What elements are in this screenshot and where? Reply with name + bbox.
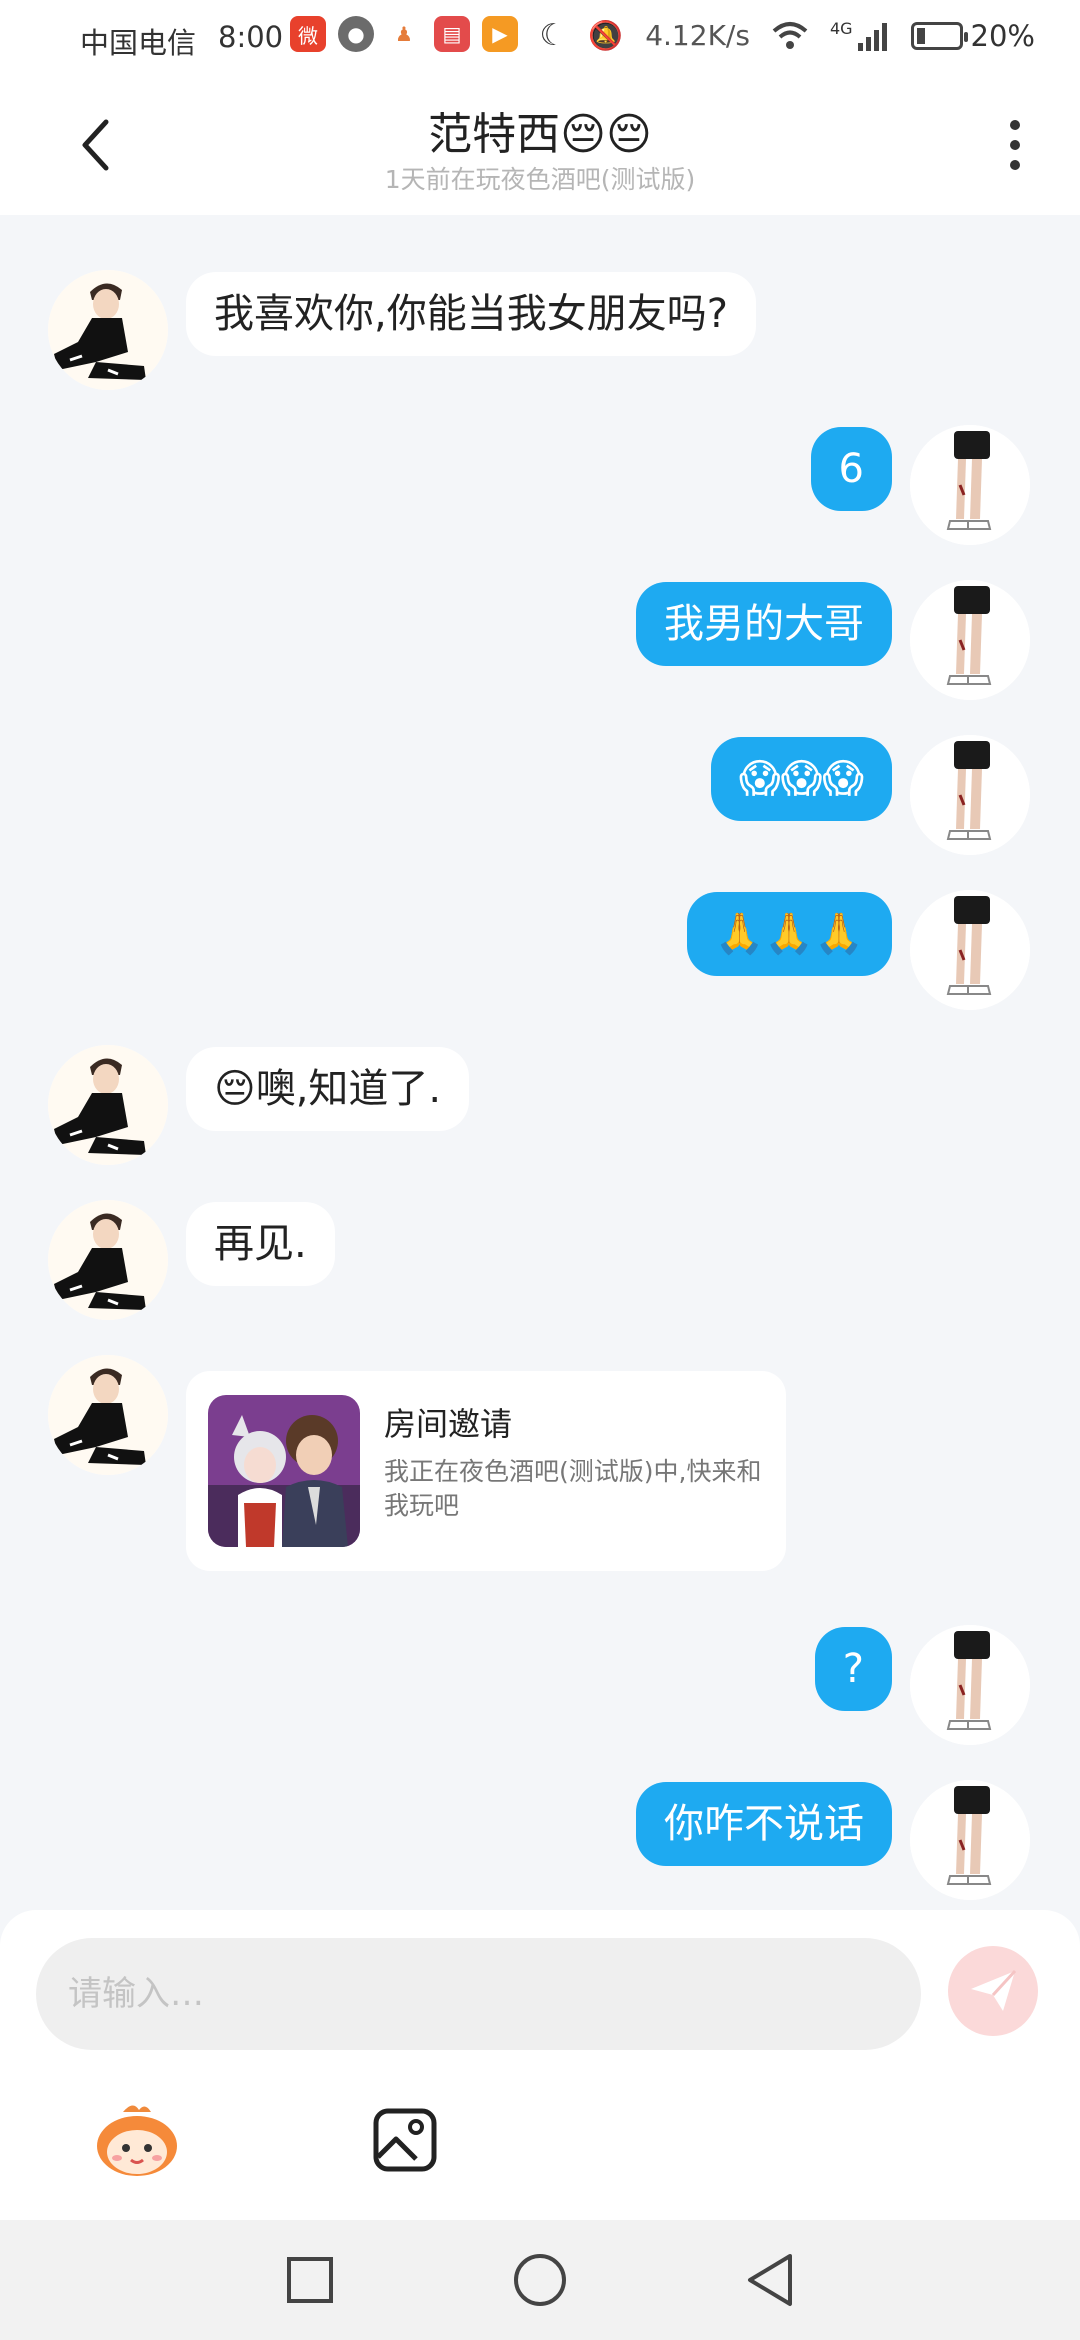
composer-panel bbox=[0, 1910, 1080, 2220]
reader-icon: ▤ bbox=[434, 16, 470, 52]
notification-icons: 微 ● ♟ ▤ ▶ bbox=[290, 16, 518, 52]
message-bubble[interactable]: 我男的大哥 bbox=[636, 582, 892, 666]
more-vertical-icon bbox=[1010, 120, 1020, 130]
message-bubble[interactable]: 你咋不说话 bbox=[636, 1782, 892, 1866]
outgoing-message: 我男的大哥 bbox=[636, 580, 1030, 700]
outgoing-message: 🙏🙏🙏 bbox=[686, 890, 1030, 1010]
network-type: 4G bbox=[829, 19, 853, 38]
battery-indicator: 20% bbox=[910, 18, 1035, 53]
my-avatar[interactable] bbox=[910, 1780, 1030, 1900]
video-icon: ▶ bbox=[482, 16, 518, 52]
message-list[interactable]: 我喜欢你,你能当我女朋友吗? 6 我男的大哥 😱😱😱 🙏🙏🙏 😔噢,知道了. 再见. 房间邀请… bbox=[0, 215, 1080, 1915]
my-avatar[interactable] bbox=[910, 1625, 1030, 1745]
my-avatar[interactable] bbox=[910, 735, 1030, 855]
square-icon bbox=[287, 2257, 333, 2303]
weibo-icon: 微 bbox=[290, 16, 326, 52]
network-speed: 4.12K/s bbox=[645, 19, 750, 52]
outgoing-message: ? bbox=[814, 1625, 1030, 1745]
room-invite-card[interactable]: 房间邀请我正在夜色酒吧(测试版)中,快来和我玩吧 bbox=[186, 1371, 786, 1571]
system-back-button[interactable] bbox=[738, 2248, 802, 2312]
outgoing-message: 6 bbox=[810, 425, 1030, 545]
chat-header: 范特西😔😔 1天前在玩夜色酒吧(测试版) bbox=[0, 80, 1080, 215]
incoming-message: 😔噢,知道了. bbox=[48, 1045, 470, 1165]
room-invite-message: 房间邀请我正在夜色酒吧(测试版)中,快来和我玩吧 bbox=[48, 1355, 786, 1571]
clock-time: 8:00 bbox=[218, 20, 284, 54]
game-thumbnail bbox=[208, 1395, 360, 1547]
wifi-icon bbox=[772, 21, 808, 49]
message-bubble[interactable]: 😱😱😱 bbox=[710, 737, 892, 821]
message-bubble[interactable]: 🙏🙏🙏 bbox=[686, 892, 892, 976]
contact-name: 范特西😔😔 bbox=[428, 109, 652, 160]
image-picker-button[interactable] bbox=[360, 2095, 450, 2185]
triangle-back-icon bbox=[748, 2254, 792, 2306]
contact-activity-status: 1天前在玩夜色酒吧(测试版) bbox=[384, 165, 696, 194]
mute-icon: 🔕 bbox=[588, 19, 624, 52]
sticker-button[interactable] bbox=[92, 2095, 182, 2185]
mascot-sticker-icon bbox=[97, 2105, 177, 2176]
moon-icon: ☾ bbox=[539, 18, 567, 53]
outgoing-message: 你咋不说话 bbox=[636, 1780, 1030, 1900]
message-bubble[interactable]: 我喜欢你,你能当我女朋友吗? bbox=[186, 272, 756, 356]
contact-avatar[interactable] bbox=[48, 1355, 168, 1475]
paper-plane-icon bbox=[971, 1969, 1017, 2011]
send-button[interactable] bbox=[948, 1946, 1038, 2036]
contact-avatar[interactable] bbox=[48, 1200, 168, 1320]
outgoing-message: 😱😱😱 bbox=[710, 735, 1030, 855]
image-icon bbox=[373, 2108, 437, 2172]
status-indicators: ☾ 🔕 4.12K/s 4G 20% bbox=[539, 18, 1035, 53]
status-bar: 中国电信 8:00 微 ● ♟ ▤ ▶ ☾ 🔕 4.12K/s 4G 20% bbox=[0, 0, 1080, 80]
message-bubble[interactable]: 😔噢,知道了. bbox=[186, 1047, 470, 1131]
my-avatar[interactable] bbox=[910, 580, 1030, 700]
carrier-name: 中国电信 bbox=[80, 26, 197, 60]
circle-icon bbox=[514, 2254, 566, 2306]
message-bubble[interactable]: 6 bbox=[810, 427, 892, 511]
wechat-icon: ● bbox=[338, 16, 374, 52]
invite-title: 房间邀请 bbox=[384, 1405, 513, 1443]
my-avatar[interactable] bbox=[910, 425, 1030, 545]
signal-icon bbox=[857, 22, 887, 51]
incoming-message: 再见. bbox=[48, 1200, 335, 1320]
message-input[interactable] bbox=[36, 1938, 921, 2050]
incoming-message: 我喜欢你,你能当我女朋友吗? bbox=[48, 270, 756, 390]
message-bubble[interactable]: 再见. bbox=[186, 1202, 335, 1286]
system-navigation-bar bbox=[0, 2220, 1080, 2340]
my-avatar[interactable] bbox=[910, 890, 1030, 1010]
battery-percent: 20% bbox=[970, 18, 1035, 53]
battery-icon bbox=[910, 21, 968, 50]
home-button[interactable] bbox=[508, 2248, 572, 2312]
contact-avatar[interactable] bbox=[48, 1045, 168, 1165]
message-bubble[interactable]: ? bbox=[814, 1627, 892, 1711]
contact-avatar[interactable] bbox=[48, 270, 168, 390]
invite-description: 我正在夜色酒吧(测试版)中,快来和我玩吧 bbox=[384, 1457, 762, 1520]
app-notification-icon: ♟ bbox=[386, 16, 422, 52]
recent-apps-button[interactable] bbox=[278, 2248, 342, 2312]
more-options-button[interactable] bbox=[995, 110, 1035, 180]
